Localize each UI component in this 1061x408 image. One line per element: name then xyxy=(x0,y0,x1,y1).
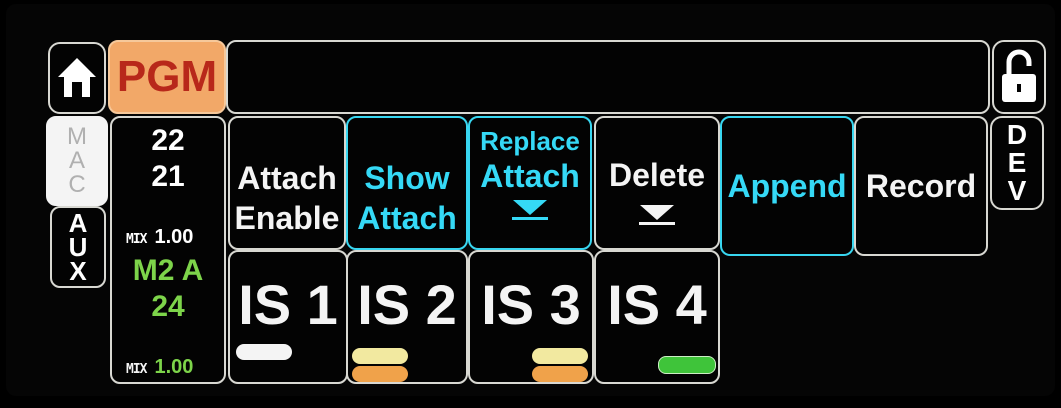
append-button[interactable]: Append xyxy=(720,116,854,256)
status-line1: 22 xyxy=(151,124,185,157)
lock-button[interactable] xyxy=(992,40,1046,114)
mac-tab[interactable]: M A C xyxy=(46,116,108,206)
replace-attach-line2: Attach xyxy=(480,158,580,194)
is3-tally-yellow xyxy=(532,348,588,364)
is4-label: IS 4 xyxy=(607,273,707,336)
mac-letter-a: A xyxy=(68,147,85,174)
is3-slot[interactable]: IS 3 xyxy=(468,250,594,384)
home-icon xyxy=(58,58,96,97)
show-attach-button[interactable]: Show Attach xyxy=(346,116,468,250)
delete-label: Delete xyxy=(608,157,706,193)
record-label: Record xyxy=(865,168,977,204)
m2-label: M2 A xyxy=(132,254,204,287)
triangle-down-icon xyxy=(639,201,675,225)
delete-button[interactable]: Delete xyxy=(594,116,720,250)
m2-value: 24 xyxy=(151,290,185,323)
is3-tally-orange xyxy=(532,366,588,382)
mix1-label: MIX xyxy=(126,232,148,247)
unlock-icon xyxy=(1002,49,1036,102)
attach-enable-line2: Enable xyxy=(234,200,340,236)
mix1-value: 1.00 xyxy=(154,226,194,248)
aux-letter-x: X xyxy=(69,256,87,286)
append-label: Append xyxy=(727,168,847,204)
is4-tally-green xyxy=(658,356,716,374)
dev-letter-v: V xyxy=(1007,175,1027,206)
is4-slot[interactable]: IS 4 xyxy=(594,250,720,384)
mac-letter-c: C xyxy=(68,171,86,198)
replace-attach-line1: Replace xyxy=(480,126,580,156)
dev-tab[interactable]: D E V xyxy=(990,116,1044,210)
mix2-value: 1.00 xyxy=(154,356,194,378)
attach-enable-line1: Attach xyxy=(237,160,337,196)
mix2-label: MIX xyxy=(126,362,148,377)
is1-label: IS 1 xyxy=(238,273,338,336)
pgm-button[interactable]: PGM xyxy=(108,40,226,114)
show-attach-line2: Attach xyxy=(357,200,457,236)
triangle-down-icon xyxy=(512,196,548,220)
status-panel: 22 21 MIX 1.00 M2 A 24 MIX 1.00 xyxy=(110,116,226,384)
aux-tab[interactable]: A U X xyxy=(50,206,106,288)
replace-attach-button[interactable]: Replace Attach xyxy=(468,116,592,250)
is2-tally-orange xyxy=(352,366,408,382)
status-line2: 21 xyxy=(151,160,185,193)
home-button[interactable] xyxy=(48,42,106,114)
is3-label: IS 3 xyxy=(481,273,581,336)
show-attach-line1: Show xyxy=(364,160,450,196)
attach-enable-button[interactable]: Attach Enable xyxy=(228,116,346,250)
pgm-label: PGM xyxy=(116,52,218,101)
dev-letter-e: E xyxy=(1007,147,1027,178)
record-button[interactable]: Record xyxy=(854,116,988,256)
dev-letter-d: D xyxy=(1006,119,1028,150)
is2-label: IS 2 xyxy=(357,273,457,336)
is1-slot[interactable]: IS 1 xyxy=(228,250,348,384)
is1-tally-white xyxy=(236,344,292,360)
is2-slot[interactable]: IS 2 xyxy=(346,250,468,384)
is2-tally-yellow xyxy=(352,348,408,364)
mac-letter-m: M xyxy=(67,123,87,150)
message-bar xyxy=(226,40,990,114)
